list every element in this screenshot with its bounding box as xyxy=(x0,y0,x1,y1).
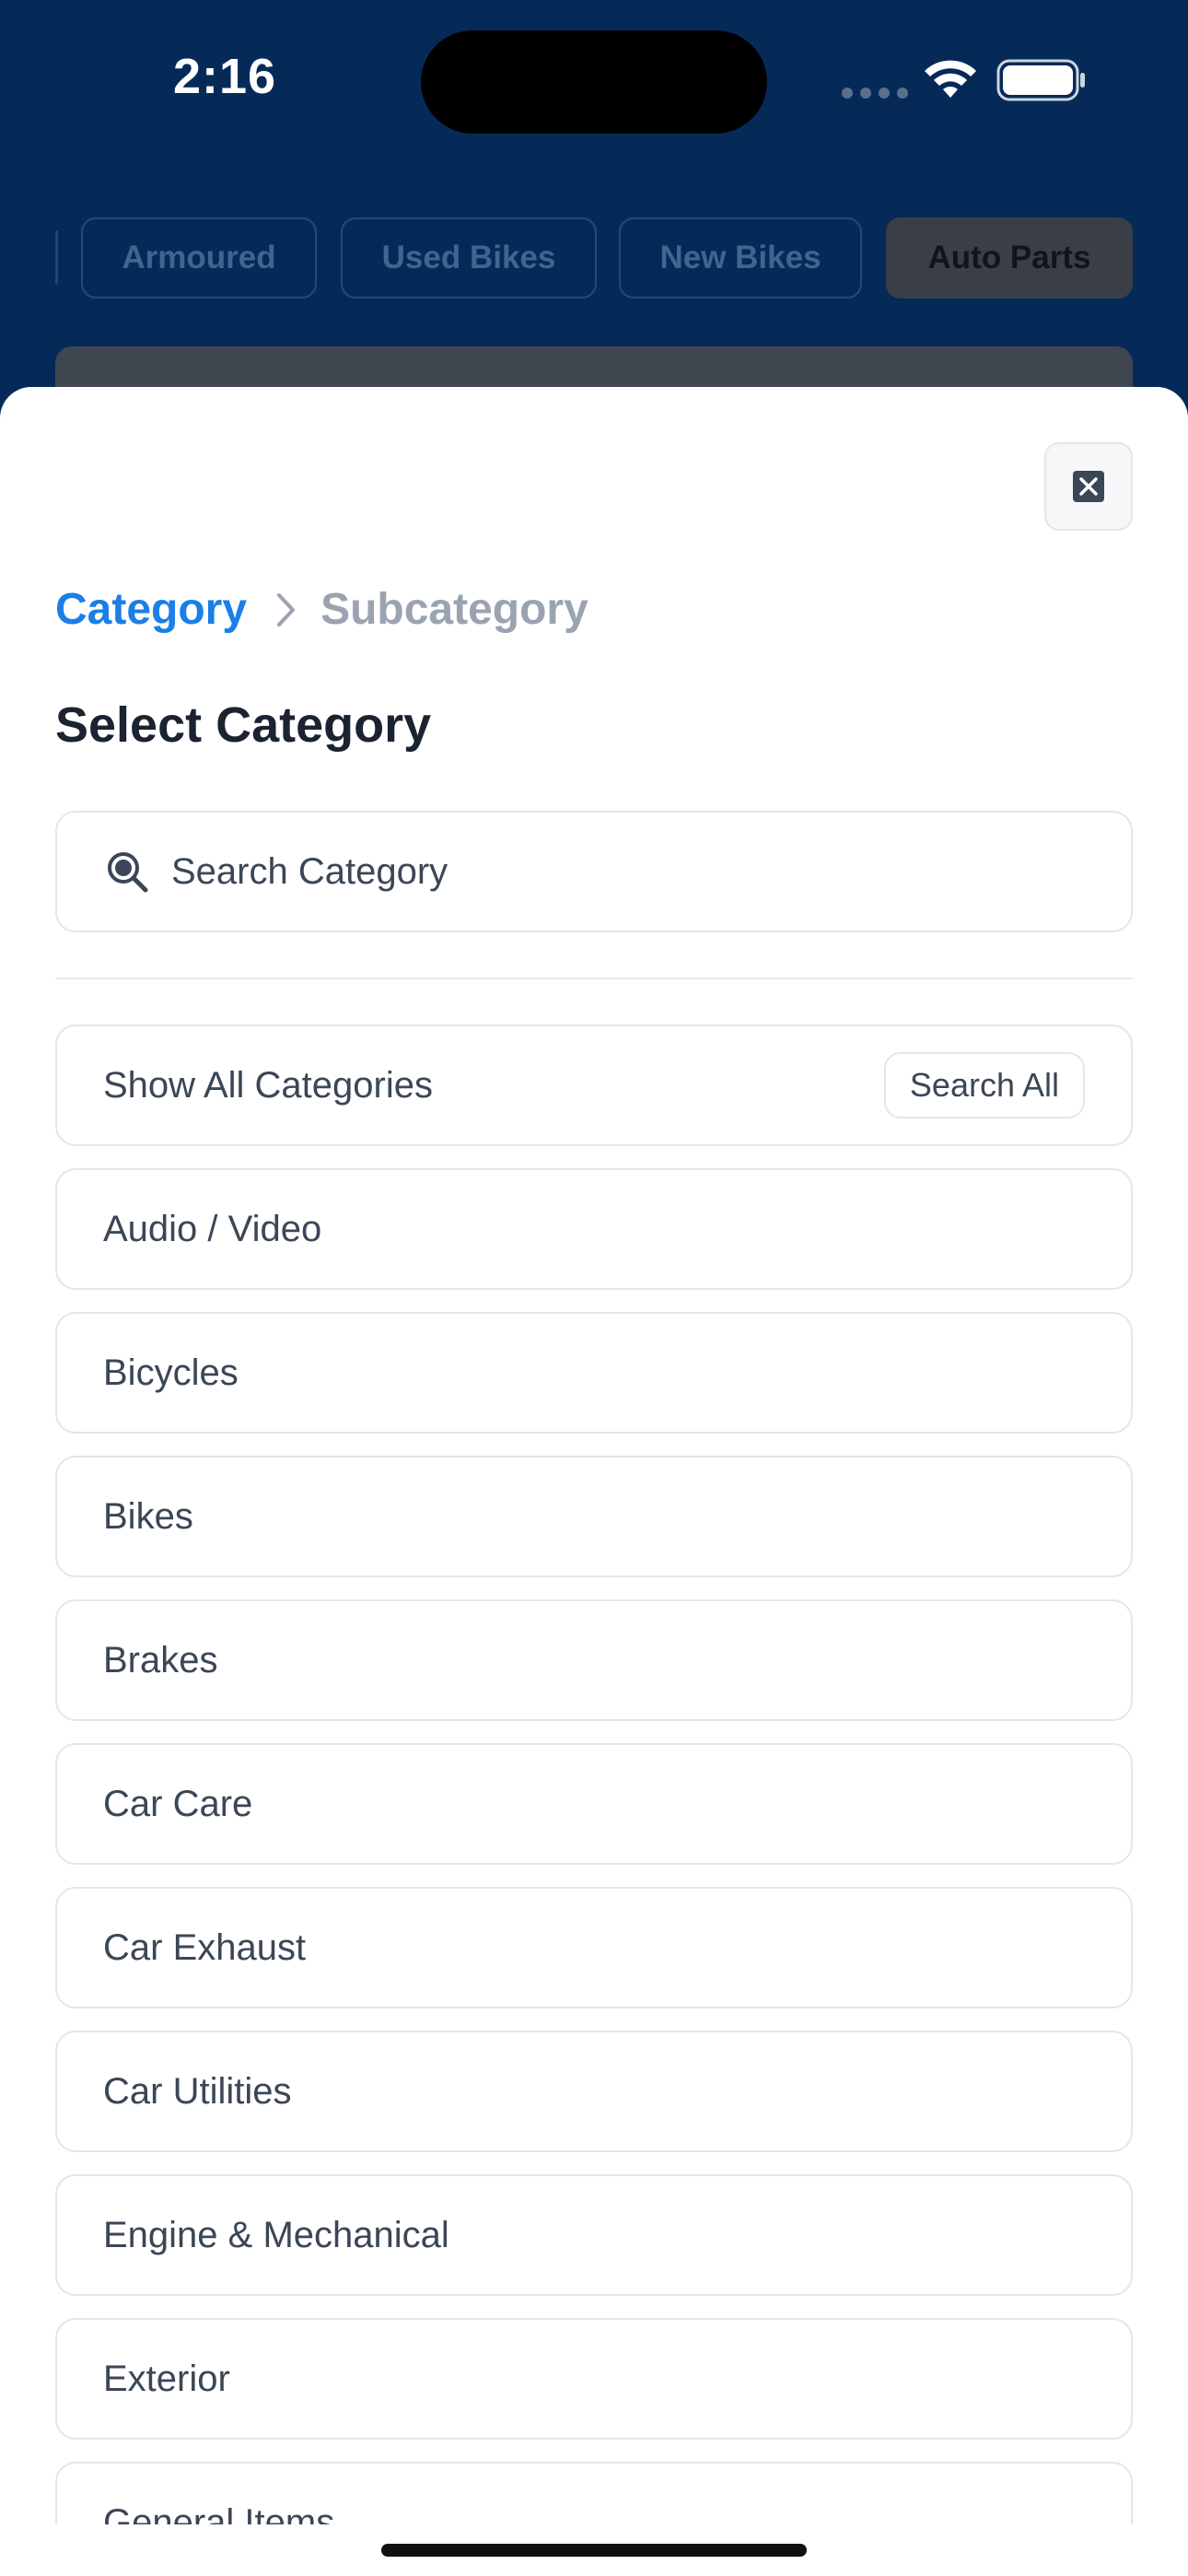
list-item-label: Bikes xyxy=(103,1495,193,1537)
list-item-label: Car Utilities xyxy=(103,2070,292,2112)
chevron-right-icon xyxy=(274,591,298,628)
divider xyxy=(55,978,1133,979)
close-button[interactable] xyxy=(1044,442,1133,531)
list-item[interactable]: Audio / Video xyxy=(55,1168,1133,1290)
cellular-signal-icon xyxy=(842,88,908,99)
list-item[interactable]: Engine & Mechanical xyxy=(55,2174,1133,2296)
status-time: 2:16 xyxy=(173,49,277,104)
list-item-label: Audio / Video xyxy=(103,1208,322,1249)
dynamic-island xyxy=(421,30,767,134)
list-item-label: Bicycles xyxy=(103,1352,239,1393)
close-icon xyxy=(1073,471,1104,502)
category-sheet: Category Subcategory Select Category Sea… xyxy=(0,387,1188,2576)
list-item[interactable]: Brakes xyxy=(55,1599,1133,1721)
chip-scroll-edge xyxy=(55,230,58,284)
battery-icon xyxy=(996,59,1085,101)
search-all-button[interactable]: Search All xyxy=(883,1052,1085,1118)
show-all-label: Show All Categories xyxy=(103,1064,433,1106)
list-item-label: Car Exhaust xyxy=(103,1926,307,1968)
list-item[interactable]: Bikes xyxy=(55,1456,1133,1577)
list-item-label: Car Care xyxy=(103,1783,253,1824)
list-item[interactable]: Car Exhaust xyxy=(55,1887,1133,2008)
search-placeholder: Search Category xyxy=(171,850,448,892)
list-item-label: Brakes xyxy=(103,1639,218,1680)
search-input[interactable]: Search Category xyxy=(55,811,1133,932)
page-title: Select Category xyxy=(55,697,432,753)
breadcrumb-category[interactable]: Category xyxy=(55,584,247,635)
search-icon xyxy=(108,852,148,893)
list-item[interactable]: Car Utilities xyxy=(55,2031,1133,2152)
breadcrumb-subcategory: Subcategory xyxy=(320,585,588,634)
chip-used-bikes[interactable]: Used Bikes xyxy=(341,217,597,299)
list-item-label: Exterior xyxy=(103,2358,230,2399)
chip-armoured[interactable]: Armoured xyxy=(81,217,317,299)
list-item[interactable]: Bicycles xyxy=(55,1312,1133,1434)
category-chip-row: Armoured Used Bikes New Bikes Auto Parts xyxy=(0,217,1188,302)
breadcrumb: Category Subcategory xyxy=(55,584,588,635)
show-all-categories-row[interactable]: Show All Categories Search All xyxy=(55,1025,1133,1146)
home-indicator[interactable] xyxy=(381,2544,807,2557)
status-bar: 2:16 xyxy=(0,0,1188,157)
chip-auto-parts[interactable]: Auto Parts xyxy=(886,217,1133,299)
list-item[interactable]: Car Care xyxy=(55,1743,1133,1865)
wifi-icon xyxy=(925,60,976,98)
chip-new-bikes[interactable]: New Bikes xyxy=(619,217,862,299)
list-item-label: Engine & Mechanical xyxy=(103,2214,449,2255)
list-item[interactable]: Exterior xyxy=(55,2318,1133,2440)
